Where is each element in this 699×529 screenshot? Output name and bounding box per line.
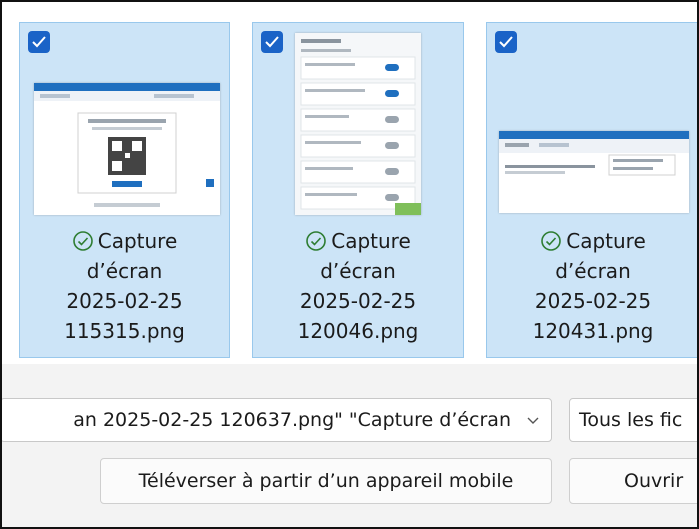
file-thumbnail — [295, 33, 421, 215]
file-thumbnail — [34, 83, 220, 215]
checkbox[interactable] — [495, 31, 517, 53]
checkmark-icon — [32, 36, 46, 48]
open-button[interactable]: Ouvrir — [569, 458, 697, 504]
checkbox[interactable] — [261, 31, 283, 53]
filename-input[interactable]: an 2025-02-25 120637.png" "Capture d’écr… — [2, 398, 552, 442]
file-grid: Capture d’écran 2025-02-25 115315.png Ca… — [2, 2, 697, 364]
check-circle-icon — [306, 231, 327, 251]
file-name: Capture d’écran 2025-02-25 115315.png — [64, 229, 185, 343]
screenshot-preview — [295, 33, 421, 215]
file-open-dialog: Capture d’écran 2025-02-25 115315.png Ca… — [0, 0, 699, 529]
dialog-footer: an 2025-02-25 120637.png" "Capture d’écr… — [2, 364, 697, 527]
upload-from-mobile-button[interactable]: Téléverser à partir d’un appareil mobile — [100, 458, 552, 504]
file-thumbnail — [499, 131, 689, 213]
checkmark-icon — [499, 36, 513, 48]
file-name: Capture d’écran 2025-02-25 120046.png — [297, 229, 419, 343]
screenshot-preview — [34, 83, 220, 207]
file-type-dropdown[interactable]: Tous les fic — [569, 398, 697, 442]
chevron-down-icon[interactable] — [525, 412, 541, 428]
filename-value: an 2025-02-25 120637.png" "Capture d’écr… — [73, 409, 511, 431]
file-name: Capture d’écran 2025-02-25 120431.png — [532, 229, 654, 343]
file-tile[interactable]: Capture d’écran 2025-02-25 120046.png — [252, 22, 464, 358]
checkmark-icon — [265, 36, 279, 48]
screenshot-preview — [499, 131, 689, 176]
check-circle-icon — [541, 231, 562, 251]
checkbox[interactable] — [28, 31, 50, 53]
file-tile[interactable]: Capture d’écran 2025-02-25 115315.png — [19, 22, 230, 358]
check-circle-icon — [72, 231, 93, 251]
file-tile[interactable]: Capture d’écran 2025-02-25 120431.png — [486, 22, 697, 358]
